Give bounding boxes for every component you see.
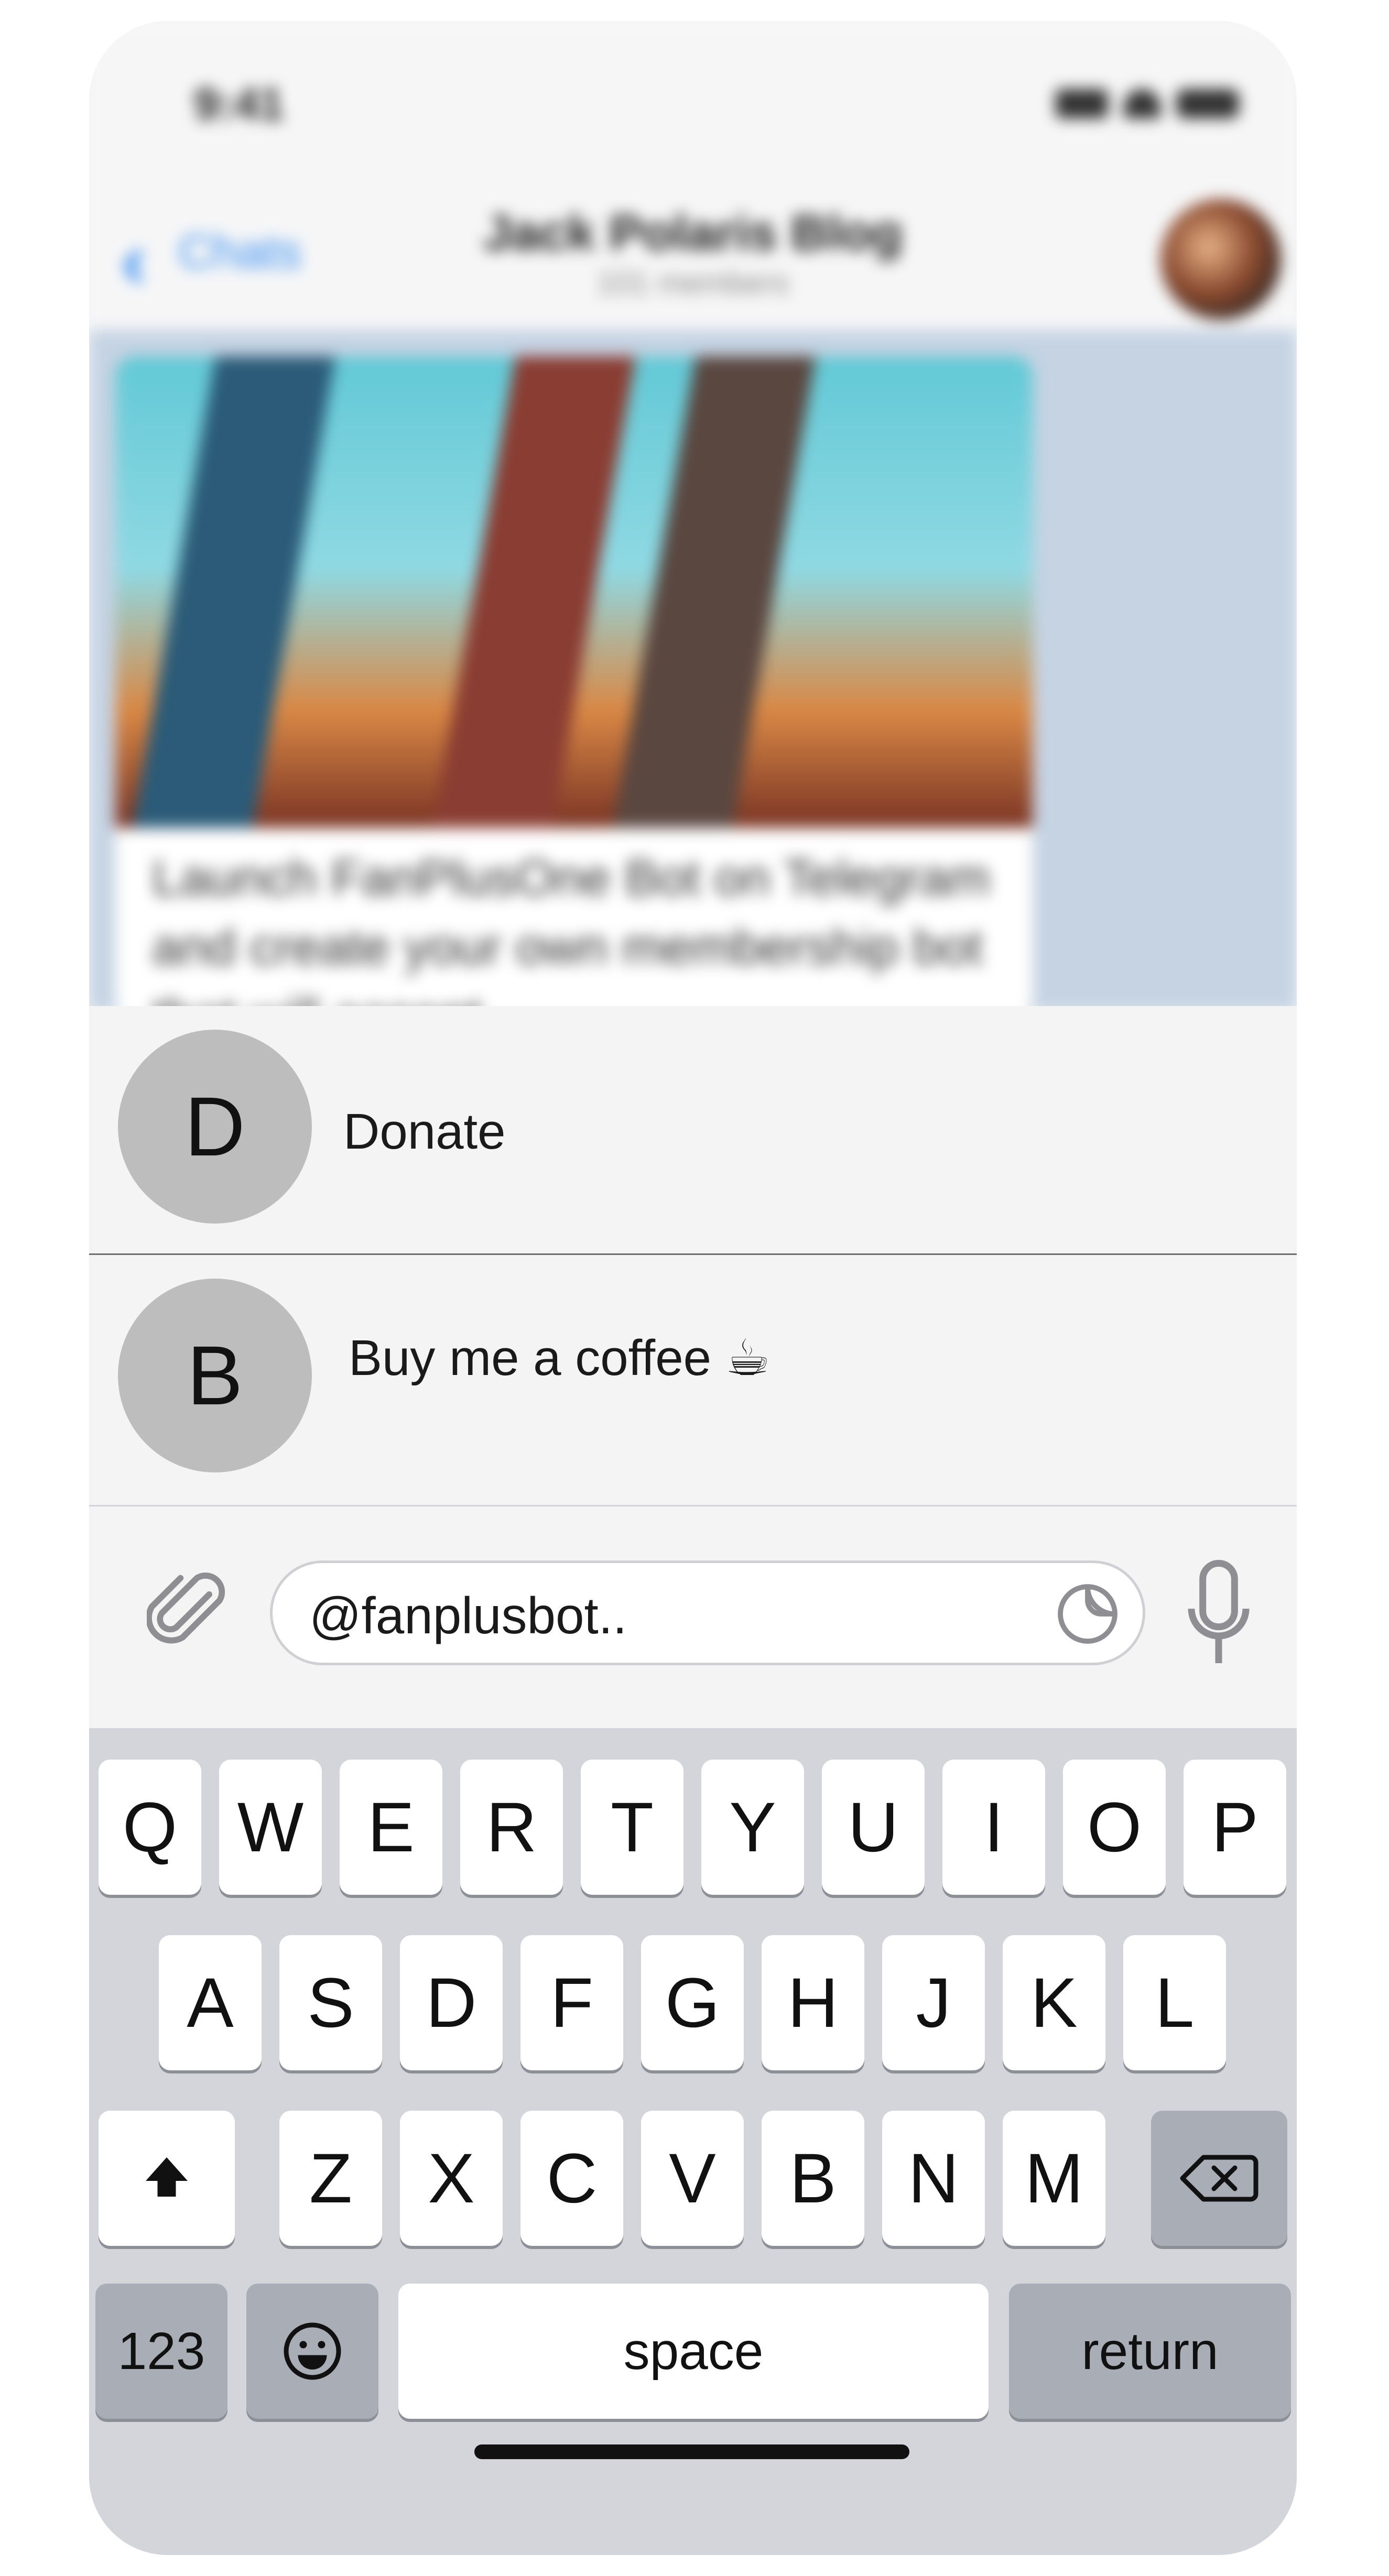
suggestion-item-coffee[interactable]: B Buy me a coffee ☕ [89,1255,1297,1507]
signal-icon [1056,89,1108,118]
blurred-chat-background: 9:41 ‹ Chats Jack Polaris Blog 101 membe… [89,21,1297,1017]
message-input-value: @fanplusbot.. [309,1587,627,1644]
key-f[interactable]: F [520,1935,623,2070]
shift-key[interactable] [99,2111,235,2246]
key-u[interactable]: U [822,1760,925,1895]
key-d[interactable]: D [400,1935,503,2070]
on-screen-keyboard: Q W E R T Y U I O P A S D F G H J K L Z … [89,1728,1297,2555]
suggestion-label: Donate [343,1104,506,1160]
message-input[interactable]: @fanplusbot.. [270,1560,1145,1665]
wifi-icon [1124,89,1160,118]
key-z[interactable]: Z [279,2111,382,2246]
return-key[interactable]: return [1009,2284,1291,2419]
backspace-key[interactable] [1151,2111,1287,2246]
microphone-icon[interactable] [1185,1558,1253,1673]
message-input-bar: @fanplusbot.. [89,1508,1297,1728]
key-c[interactable]: C [520,2111,623,2246]
key-n[interactable]: N [882,2111,985,2246]
key-o[interactable]: O [1063,1760,1166,1895]
key-v[interactable]: V [641,2111,744,2246]
status-icons [1056,89,1239,118]
key-s[interactable]: S [279,1935,382,2070]
key-i[interactable]: I [942,1760,1045,1895]
chat-avatar[interactable] [1160,199,1281,320]
battery-icon [1176,89,1239,118]
key-k[interactable]: K [1003,1935,1105,2070]
message-photo[interactable] [115,356,1033,828]
chat-member-count: 101 members [596,265,789,300]
bot-suggestion-list: D Donate B Buy me a coffee ☕ [89,1006,1297,1507]
key-a[interactable]: A [159,1935,262,2070]
key-j[interactable]: J [882,1935,985,2070]
key-b[interactable]: B [762,2111,864,2246]
chat-header: ‹ Chats Jack Polaris Blog 101 members [89,178,1297,330]
key-e[interactable]: E [340,1760,442,1895]
paperclip-icon[interactable] [147,1566,231,1660]
key-g[interactable]: G [641,1935,744,2070]
key-t[interactable]: T [581,1760,683,1895]
key-l[interactable]: L [1123,1935,1226,2070]
home-indicator[interactable] [474,2444,909,2459]
suggestion-avatar: D [118,1030,312,1224]
backspace-icon [1180,2155,1258,2202]
phone-screen: 9:41 ‹ Chats Jack Polaris Blog 101 membe… [89,21,1297,2555]
numbers-key[interactable]: 123 [95,2284,227,2419]
key-r[interactable]: R [460,1760,563,1895]
shift-icon [146,2157,188,2197]
chat-title: Jack Polaris Blog [483,205,903,261]
suggestion-avatar: B [118,1279,312,1472]
key-h[interactable]: H [762,1935,864,2070]
status-bar: 9:41 [89,21,1297,178]
key-p[interactable]: P [1184,1760,1286,1895]
message-text: Launch FanPlusOne Bot on Telegram and cr… [152,850,991,1017]
key-y[interactable]: Y [701,1760,804,1895]
key-q[interactable]: Q [99,1760,201,1895]
key-w[interactable]: W [219,1760,322,1895]
suggestion-item-donate[interactable]: D Donate [89,1006,1297,1255]
key-x[interactable]: X [400,2111,503,2246]
key-m[interactable]: M [1003,2111,1105,2246]
emoji-icon [284,2322,341,2380]
message-bubble[interactable]: Launch FanPlusOne Bot on Telegram and cr… [115,356,1033,1017]
space-key[interactable]: space [398,2284,989,2419]
suggestion-label: Buy me a coffee ☕ [349,1330,771,1386]
emoji-key[interactable] [246,2284,378,2419]
status-time: 9:41 [194,79,285,129]
sticker-icon[interactable] [1054,1580,1122,1648]
